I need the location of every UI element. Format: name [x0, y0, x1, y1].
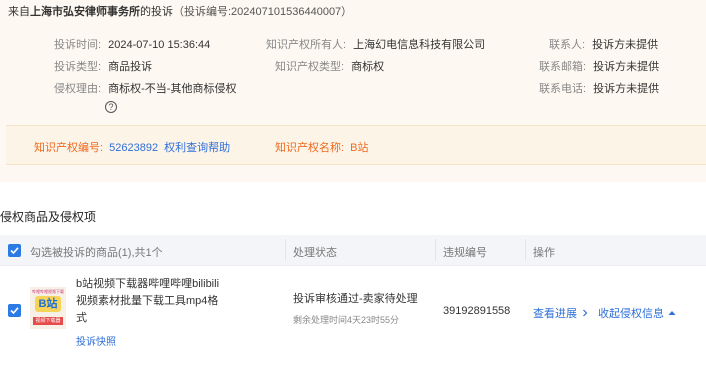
view-progress-label: 查看进展 [533, 308, 577, 320]
infringement-reason-label: 侵权理由: [54, 83, 102, 95]
law-firm-name: 上海市弘安律师事务所 [30, 6, 140, 18]
thumbnail-badge: B站 [35, 296, 61, 312]
complaint-header: 来自上海市弘安律师事务所的投诉（投诉编号:202407101536440007） [8, 3, 352, 19]
ip-number-row: 知识产权编号: 52623892 权利查询帮助 [34, 139, 230, 155]
section-title: 侵权商品及侵权项 [0, 210, 97, 224]
product-thumbnail[interactable]: 哔哩哔哩视频下载 B站 视频下载器 [30, 287, 66, 329]
column-divider [525, 239, 526, 261]
collapse-infringement-label: 收起侵权信息 [598, 308, 664, 320]
complaint-type-row: 投诉类型: 商品投诉 [54, 58, 152, 74]
header-action: 操作 [533, 247, 555, 259]
header-violation: 违规编号 [443, 247, 487, 259]
ip-name-value: B站 [350, 142, 369, 154]
divider [0, 265, 706, 266]
infringement-reason-row: 侵权理由: 商标权-不当-其他商标侵权 [54, 80, 236, 96]
complaint-time-value: 2024-07-10 15:36:44 [108, 39, 211, 51]
phone-value: 投诉方未提供 [593, 83, 660, 95]
header-prefix: 来自 [8, 6, 30, 18]
infringement-reason-value: 商标权-不当-其他商标侵权 [108, 83, 237, 95]
header-suffix: 的投诉 [140, 6, 173, 18]
complaint-time-row: 投诉时间: 2024-07-10 15:36:44 [54, 36, 210, 52]
view-progress-link[interactable]: 查看进展 [533, 305, 589, 321]
thumbnail-bottom-text: 视频下载器 [33, 317, 63, 325]
email-row: 联系邮箱: 投诉方未提供 [539, 58, 659, 74]
ip-number-value[interactable]: 52623892 [109, 142, 158, 154]
contact-row: 联系人: 投诉方未提供 [549, 36, 658, 52]
thumbnail-top-text: 哔哩哔哩视频下载 [32, 289, 64, 294]
caret-up-icon [668, 311, 676, 315]
column-divider [285, 239, 286, 261]
complaint-code: （投诉编号:202407101536440007） [173, 6, 353, 18]
ip-owner-row: 知识产权所有人: 上海幻电信息科技有限公司 [266, 36, 485, 52]
ip-owner-value: 上海幻电信息科技有限公司 [353, 39, 486, 51]
ip-type-label: 知识产权类型: [275, 61, 345, 73]
ip-owner-label: 知识产权所有人: [266, 39, 347, 51]
column-divider [435, 239, 436, 261]
email-label: 联系邮箱: [539, 61, 587, 73]
contact-label: 联系人: [549, 39, 586, 51]
checkmark-icon [10, 307, 19, 315]
phone-label: 联系电话: [539, 83, 587, 95]
phone-row: 联系电话: 投诉方未提供 [539, 80, 659, 96]
rights-query-help-link[interactable]: 权利查询帮助 [164, 142, 230, 154]
ip-name-label: 知识产权名称: [275, 142, 345, 154]
product-title[interactable]: b站视频下载器哔哩哔哩bilibili视频素材批量下载工具mp4格式 [76, 276, 226, 327]
processing-status: 投诉审核通过-卖家待处理 [293, 293, 418, 305]
ip-number-label: 知识产权编号: [34, 142, 104, 154]
header-select: 勾选被投诉的商品(1),共1个 [30, 247, 163, 259]
complaint-type-value: 商品投诉 [108, 61, 153, 73]
contact-value: 投诉方未提供 [592, 39, 659, 51]
help-icon[interactable]: ? [105, 101, 117, 113]
remaining-time: 剩余处理时间4天23时55分 [293, 315, 400, 325]
violation-number: 39192891558 [443, 305, 511, 317]
select-all-checkbox[interactable] [8, 244, 21, 257]
ip-name-row: 知识产权名称: B站 [275, 139, 368, 155]
checkmark-icon [10, 247, 19, 255]
row-checkbox[interactable] [8, 304, 21, 317]
header-status: 处理状态 [293, 247, 337, 259]
complaint-snapshot-link[interactable]: 投诉快照 [76, 333, 116, 348]
complaint-type-label: 投诉类型: [54, 61, 102, 73]
ip-type-row: 知识产权类型: 商标权 [275, 58, 384, 74]
ip-type-value: 商标权 [351, 61, 385, 73]
chevron-right-icon [583, 309, 588, 317]
collapse-infringement-info-link[interactable]: 收起侵权信息 [598, 305, 676, 321]
complaint-time-label: 投诉时间: [54, 39, 102, 51]
email-value: 投诉方未提供 [593, 61, 660, 73]
